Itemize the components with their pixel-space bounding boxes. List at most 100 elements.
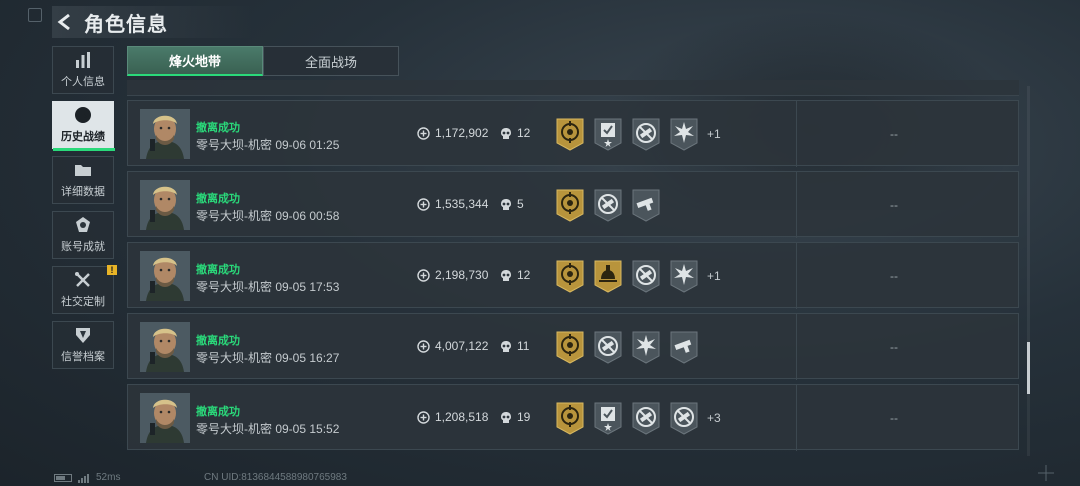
map-and-time: 零号大坝-机密 09-05 17:53 xyxy=(196,280,340,294)
gold-crosshair-badge[interactable] xyxy=(555,259,585,293)
kill-count: 19 xyxy=(500,410,530,424)
sidebar-item-label: 历史战绩 xyxy=(61,131,105,143)
extraction-status: 撤离成功 xyxy=(196,122,240,134)
sidebar-item-social[interactable]: ! 社交定制 xyxy=(52,265,117,314)
extra-value: -- xyxy=(890,411,898,425)
star-burst-badge[interactable] xyxy=(669,117,699,151)
match-record-row[interactable]: 撤离成功 零号大坝-机密 09-05 17:53 2,198,730 12 +1… xyxy=(127,242,1019,309)
checklist-badge[interactable] xyxy=(593,117,623,151)
extraction-status: 撤离成功 xyxy=(196,193,240,205)
extraction-status: 撤离成功 xyxy=(196,335,240,347)
kill-count-text: 5 xyxy=(517,197,524,211)
sidebar-item-label: 个人信息 xyxy=(61,76,105,88)
no-weapon-badge[interactable] xyxy=(631,259,661,293)
asset-value: 1,535,344 xyxy=(417,197,488,211)
tab-hazard-zone[interactable]: 烽火地带 xyxy=(127,46,263,76)
status-footer: 52ms CN UID:8136844588980765983 xyxy=(54,472,347,483)
badge-list xyxy=(555,330,707,364)
divider xyxy=(796,101,797,167)
scrollbar[interactable] xyxy=(1027,86,1030,456)
asset-value: 1,208,518 xyxy=(417,410,488,424)
more-badges-count[interactable]: +1 xyxy=(707,269,721,283)
badge-list xyxy=(555,188,669,222)
shield-icon xyxy=(74,326,92,344)
divider xyxy=(796,243,797,309)
sidebar-item-label: 社交定制 xyxy=(61,296,105,308)
mode-tabs: 烽火地带 全面战场 xyxy=(127,46,399,76)
gun-badge[interactable] xyxy=(669,330,699,364)
back-button[interactable] xyxy=(52,9,78,35)
sidebar-item-label: 账号成就 xyxy=(61,241,105,253)
corner-mark xyxy=(28,8,42,22)
match-record-row[interactable]: 撤离成功 零号大坝-机密 09-06 01:25 1,172,902 12 +1… xyxy=(127,100,1019,167)
kill-count: 11 xyxy=(500,339,529,353)
scroll-thumb[interactable] xyxy=(1027,342,1030,394)
match-record-row[interactable]: 撤离成功 零号大坝-机密 09-05 16:27 4,007,122 11 -- xyxy=(127,313,1019,380)
asset-value-text: 1,172,902 xyxy=(435,126,489,140)
kill-count: 12 xyxy=(500,268,530,282)
gold-crosshair-badge[interactable] xyxy=(555,330,585,364)
ping-text: 52ms xyxy=(96,472,121,483)
alert-badge: ! xyxy=(107,265,117,275)
tools-icon xyxy=(74,271,92,289)
sidebar-item-reputation[interactable]: 信誉档案 xyxy=(52,321,114,369)
gold-crosshair-badge[interactable] xyxy=(555,188,585,222)
sidebar-item-detailed-data[interactable]: 详细数据 xyxy=(52,156,114,204)
sidebar-item-personal-info[interactable]: 个人信息 xyxy=(52,46,114,94)
kill-count-text: 12 xyxy=(517,126,531,140)
more-badges-count[interactable]: +1 xyxy=(707,127,721,141)
map-and-time: 零号大坝-机密 09-06 01:25 xyxy=(196,138,340,152)
kill-count: 5 xyxy=(500,197,524,211)
coin-icon xyxy=(417,197,430,211)
more-badges-count[interactable]: +3 xyxy=(707,411,721,425)
match-history-list[interactable]: 撤离成功 零号大坝-机密 09-06 01:25 1,172,902 12 +1… xyxy=(127,80,1019,480)
map-and-time: 零号大坝-机密 09-05 15:52 xyxy=(196,422,340,436)
no-weapon-badge[interactable] xyxy=(631,117,661,151)
gold-crosshair-badge[interactable] xyxy=(555,117,585,151)
sidebar-item-history[interactable]: 历史战绩 xyxy=(52,101,115,151)
asset-value: 4,007,122 xyxy=(417,339,488,353)
coin-icon xyxy=(417,410,430,424)
no-weapon-badge[interactable] xyxy=(669,401,699,435)
match-record-row[interactable]: 撤离成功 零号大坝-机密 09-06 00:58 1,535,344 5 -- xyxy=(127,171,1019,238)
sidebar-item-achievements[interactable]: 账号成就 xyxy=(52,211,114,259)
achievement-icon xyxy=(74,216,92,234)
kill-count: 12 xyxy=(500,126,530,140)
kill-count-text: 11 xyxy=(517,339,530,353)
extra-value: -- xyxy=(890,127,898,141)
map-and-time: 零号大坝-机密 09-06 00:58 xyxy=(196,209,340,223)
sidebar-item-label: 详细数据 xyxy=(61,186,105,198)
gold-helmet-badge[interactable] xyxy=(593,259,623,293)
match-record-row[interactable]: 撤离成功 零号大坝-机密 09-05 15:52 1,208,518 19 +3… xyxy=(127,384,1019,451)
avatar xyxy=(140,251,190,301)
extra-value: -- xyxy=(890,269,898,283)
battery-icon xyxy=(54,473,72,482)
badge-list: +3 xyxy=(555,401,721,435)
badge-list: +1 xyxy=(555,117,721,151)
page-header: 角色信息 xyxy=(52,6,252,38)
gun-badge[interactable] xyxy=(631,188,661,222)
skull-icon xyxy=(501,127,511,139)
bar-chart-icon xyxy=(74,51,92,69)
asset-value-text: 2,198,730 xyxy=(435,268,489,282)
sidebar-item-label: 信誉档案 xyxy=(61,351,105,363)
coin-icon xyxy=(417,126,430,140)
no-weapon-badge[interactable] xyxy=(593,188,623,222)
asset-value-text: 4,007,122 xyxy=(435,339,489,353)
coin-icon xyxy=(417,268,430,282)
coin-icon xyxy=(417,339,430,353)
divider xyxy=(796,385,797,451)
badge-list: +1 xyxy=(555,259,721,293)
star-burst-badge[interactable] xyxy=(669,259,699,293)
divider xyxy=(796,314,797,380)
no-weapon-badge[interactable] xyxy=(631,401,661,435)
gold-crosshair-badge[interactable] xyxy=(555,401,585,435)
no-weapon-badge[interactable] xyxy=(593,330,623,364)
star-burst-badge[interactable] xyxy=(631,330,661,364)
skull-icon xyxy=(501,198,511,210)
checklist-badge[interactable] xyxy=(593,401,623,435)
page-title: 角色信息 xyxy=(84,13,168,36)
tab-all-out-war[interactable]: 全面战场 xyxy=(263,46,399,76)
avatar xyxy=(140,180,190,230)
avatar xyxy=(140,322,190,372)
